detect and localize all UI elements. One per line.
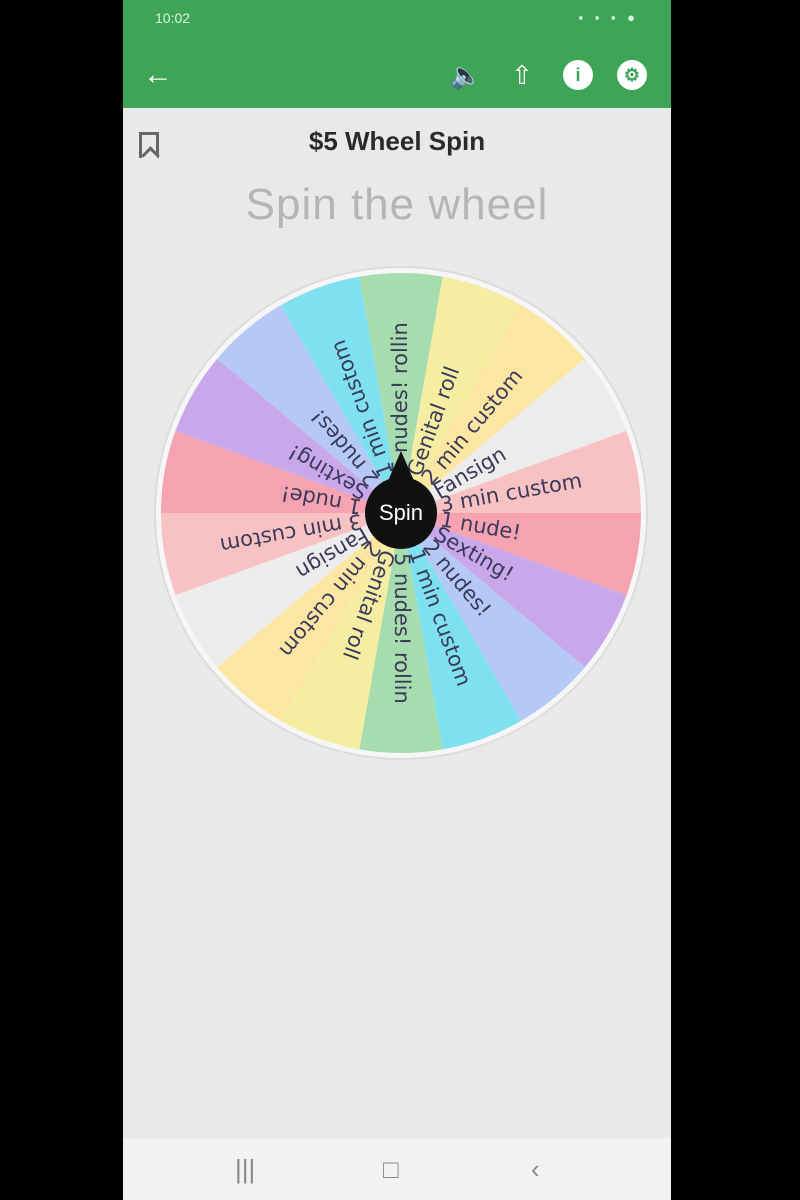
phone-screen: 10:02 ▪ ▪ ▪ ● ← 🔈 ⇧ i ⚙ $5 Wheel Spin Sp…	[123, 0, 671, 1200]
system-nav-bar: ||| □ ‹	[123, 1138, 671, 1200]
spin-subtitle: Spin the wheel	[245, 180, 549, 229]
share-icon[interactable]: ⇧	[505, 58, 539, 92]
wheel-segment-label: 5 nudes! rollin	[388, 322, 412, 473]
status-icons: ▪ ▪ ▪ ●	[578, 10, 639, 25]
main-content: $5 Wheel Spin Spin the wheel 5 nudes! ro…	[123, 108, 671, 1138]
spin-wheel[interactable]: 5 nudes! rollin Genital roll 2 min custom F…	[151, 263, 651, 763]
back-nav-icon[interactable]: ‹	[531, 1154, 540, 1184]
wheel-graphic[interactable]: 5 nudes! rollinGenital roll2 min customF…	[151, 263, 651, 763]
page-title: $5 Wheel Spin	[308, 126, 486, 156]
info-icon[interactable]: i	[563, 60, 593, 90]
wheel-segment-label: 5 nudes! rollin	[390, 553, 414, 704]
spin-button-label[interactable]: Spin	[379, 500, 423, 525]
home-icon[interactable]: □	[383, 1154, 399, 1184]
status-time: 10:02	[155, 10, 191, 26]
recents-icon[interactable]: |||	[235, 1154, 255, 1184]
volume-icon[interactable]: 🔈	[449, 58, 483, 92]
arrow-left-icon[interactable]: ←	[143, 60, 173, 90]
app-bar: 10:02 ▪ ▪ ▪ ● ← 🔈 ⇧ i ⚙	[123, 0, 671, 108]
settings-icon[interactable]: ⚙	[617, 60, 647, 90]
